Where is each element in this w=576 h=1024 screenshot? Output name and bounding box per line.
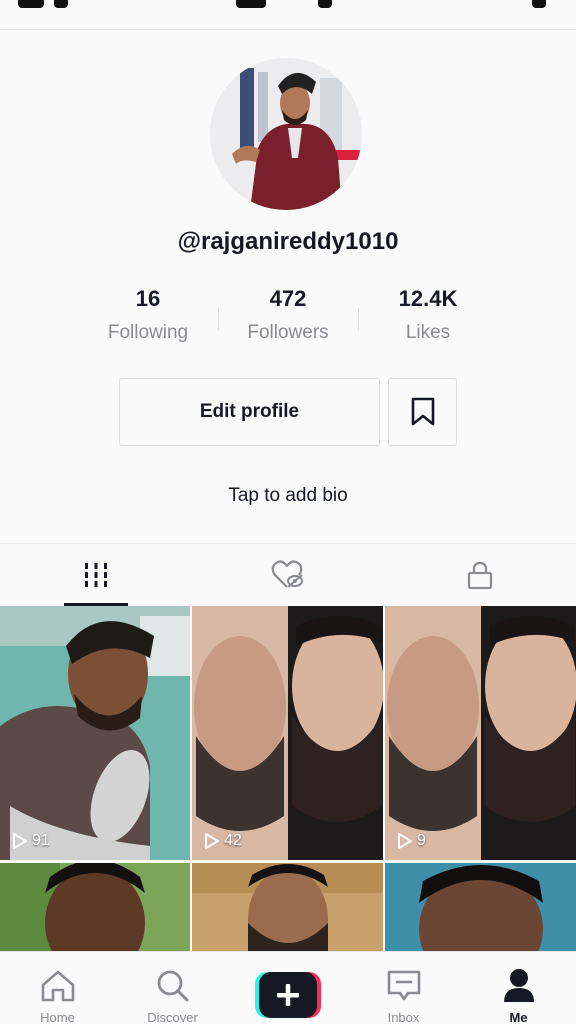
play-icon <box>205 833 219 849</box>
profile-avatar[interactable] <box>210 58 362 210</box>
thumbnail-image <box>0 863 190 951</box>
liked-hidden-icon <box>271 560 303 588</box>
video-thumbnail[interactable]: 42 <box>192 606 383 860</box>
nav-label: Me <box>509 1010 528 1024</box>
view-count-text: 42 <box>224 832 242 849</box>
top-header-bar <box>0 0 576 30</box>
tab-videos[interactable] <box>0 544 192 606</box>
grid-icon <box>85 563 107 587</box>
profile-stats: 16 Following 472 Followers 12.4K Likes <box>0 286 576 350</box>
header-glyph <box>54 0 68 8</box>
bookmark-icon <box>411 397 434 426</box>
stat-value: 16 <box>135 286 161 311</box>
nav-me[interactable]: Me <box>461 952 576 1024</box>
header-glyph <box>318 0 332 8</box>
thumbnail-image <box>385 863 576 951</box>
tab-liked[interactable] <box>192 544 384 606</box>
stat-value: 472 <box>269 286 307 311</box>
thumbnail-image <box>385 606 576 860</box>
video-thumbnail[interactable] <box>192 863 383 951</box>
profile-tabs <box>0 543 576 606</box>
home-icon <box>41 970 74 1002</box>
stat-label: Followers <box>247 322 329 343</box>
view-count: 9 <box>397 832 426 850</box>
video-thumbnail[interactable] <box>385 863 576 951</box>
profile-icon <box>503 969 534 1002</box>
video-thumbnail[interactable]: 91 <box>0 606 190 860</box>
create-video-button[interactable] <box>255 972 321 1018</box>
nav-label: Home <box>40 1010 75 1024</box>
thumbnail-image <box>0 606 190 860</box>
video-thumbnail[interactable]: 9 <box>385 606 576 860</box>
play-icon <box>398 833 412 849</box>
video-thumbnail[interactable] <box>0 863 190 951</box>
header-glyph <box>18 0 44 8</box>
nav-label: Inbox <box>387 1010 420 1024</box>
play-icon <box>13 833 27 849</box>
header-glyph <box>236 0 266 8</box>
view-count: 42 <box>204 832 242 850</box>
video-grid: 91 42 9 <box>0 606 576 951</box>
profile-username: @rajganireddy1010 <box>177 228 399 255</box>
nav-discover[interactable]: Discover <box>115 952 230 1024</box>
tab-private[interactable] <box>384 544 576 606</box>
view-count-text: 9 <box>417 832 426 849</box>
plus-icon <box>255 972 321 1018</box>
inbox-icon <box>387 970 420 1001</box>
avatar-photo <box>210 58 362 210</box>
stat-following[interactable]: 16 Following <box>78 286 218 344</box>
stat-likes[interactable]: 12.4K Likes <box>358 286 498 344</box>
view-count-text: 91 <box>32 832 50 849</box>
thumbnail-image <box>192 863 383 951</box>
nav-label: Discover <box>147 1010 198 1024</box>
stat-label: Likes <box>405 322 451 343</box>
lock-icon <box>467 561 493 590</box>
search-icon <box>157 970 188 1002</box>
nav-home[interactable]: Home <box>0 952 115 1024</box>
favorites-button[interactable] <box>388 378 457 446</box>
stat-followers[interactable]: 472 Followers <box>218 286 358 344</box>
nav-inbox[interactable]: Inbox <box>346 952 461 1024</box>
thumbnail-image <box>192 606 383 860</box>
edit-profile-button[interactable]: Edit profile <box>119 378 380 446</box>
add-bio-link[interactable]: Tap to add bio <box>0 485 576 507</box>
stat-label: Following <box>107 322 189 343</box>
stat-value: 12.4K <box>398 286 458 311</box>
header-glyph <box>532 0 546 8</box>
view-count: 91 <box>12 832 50 850</box>
